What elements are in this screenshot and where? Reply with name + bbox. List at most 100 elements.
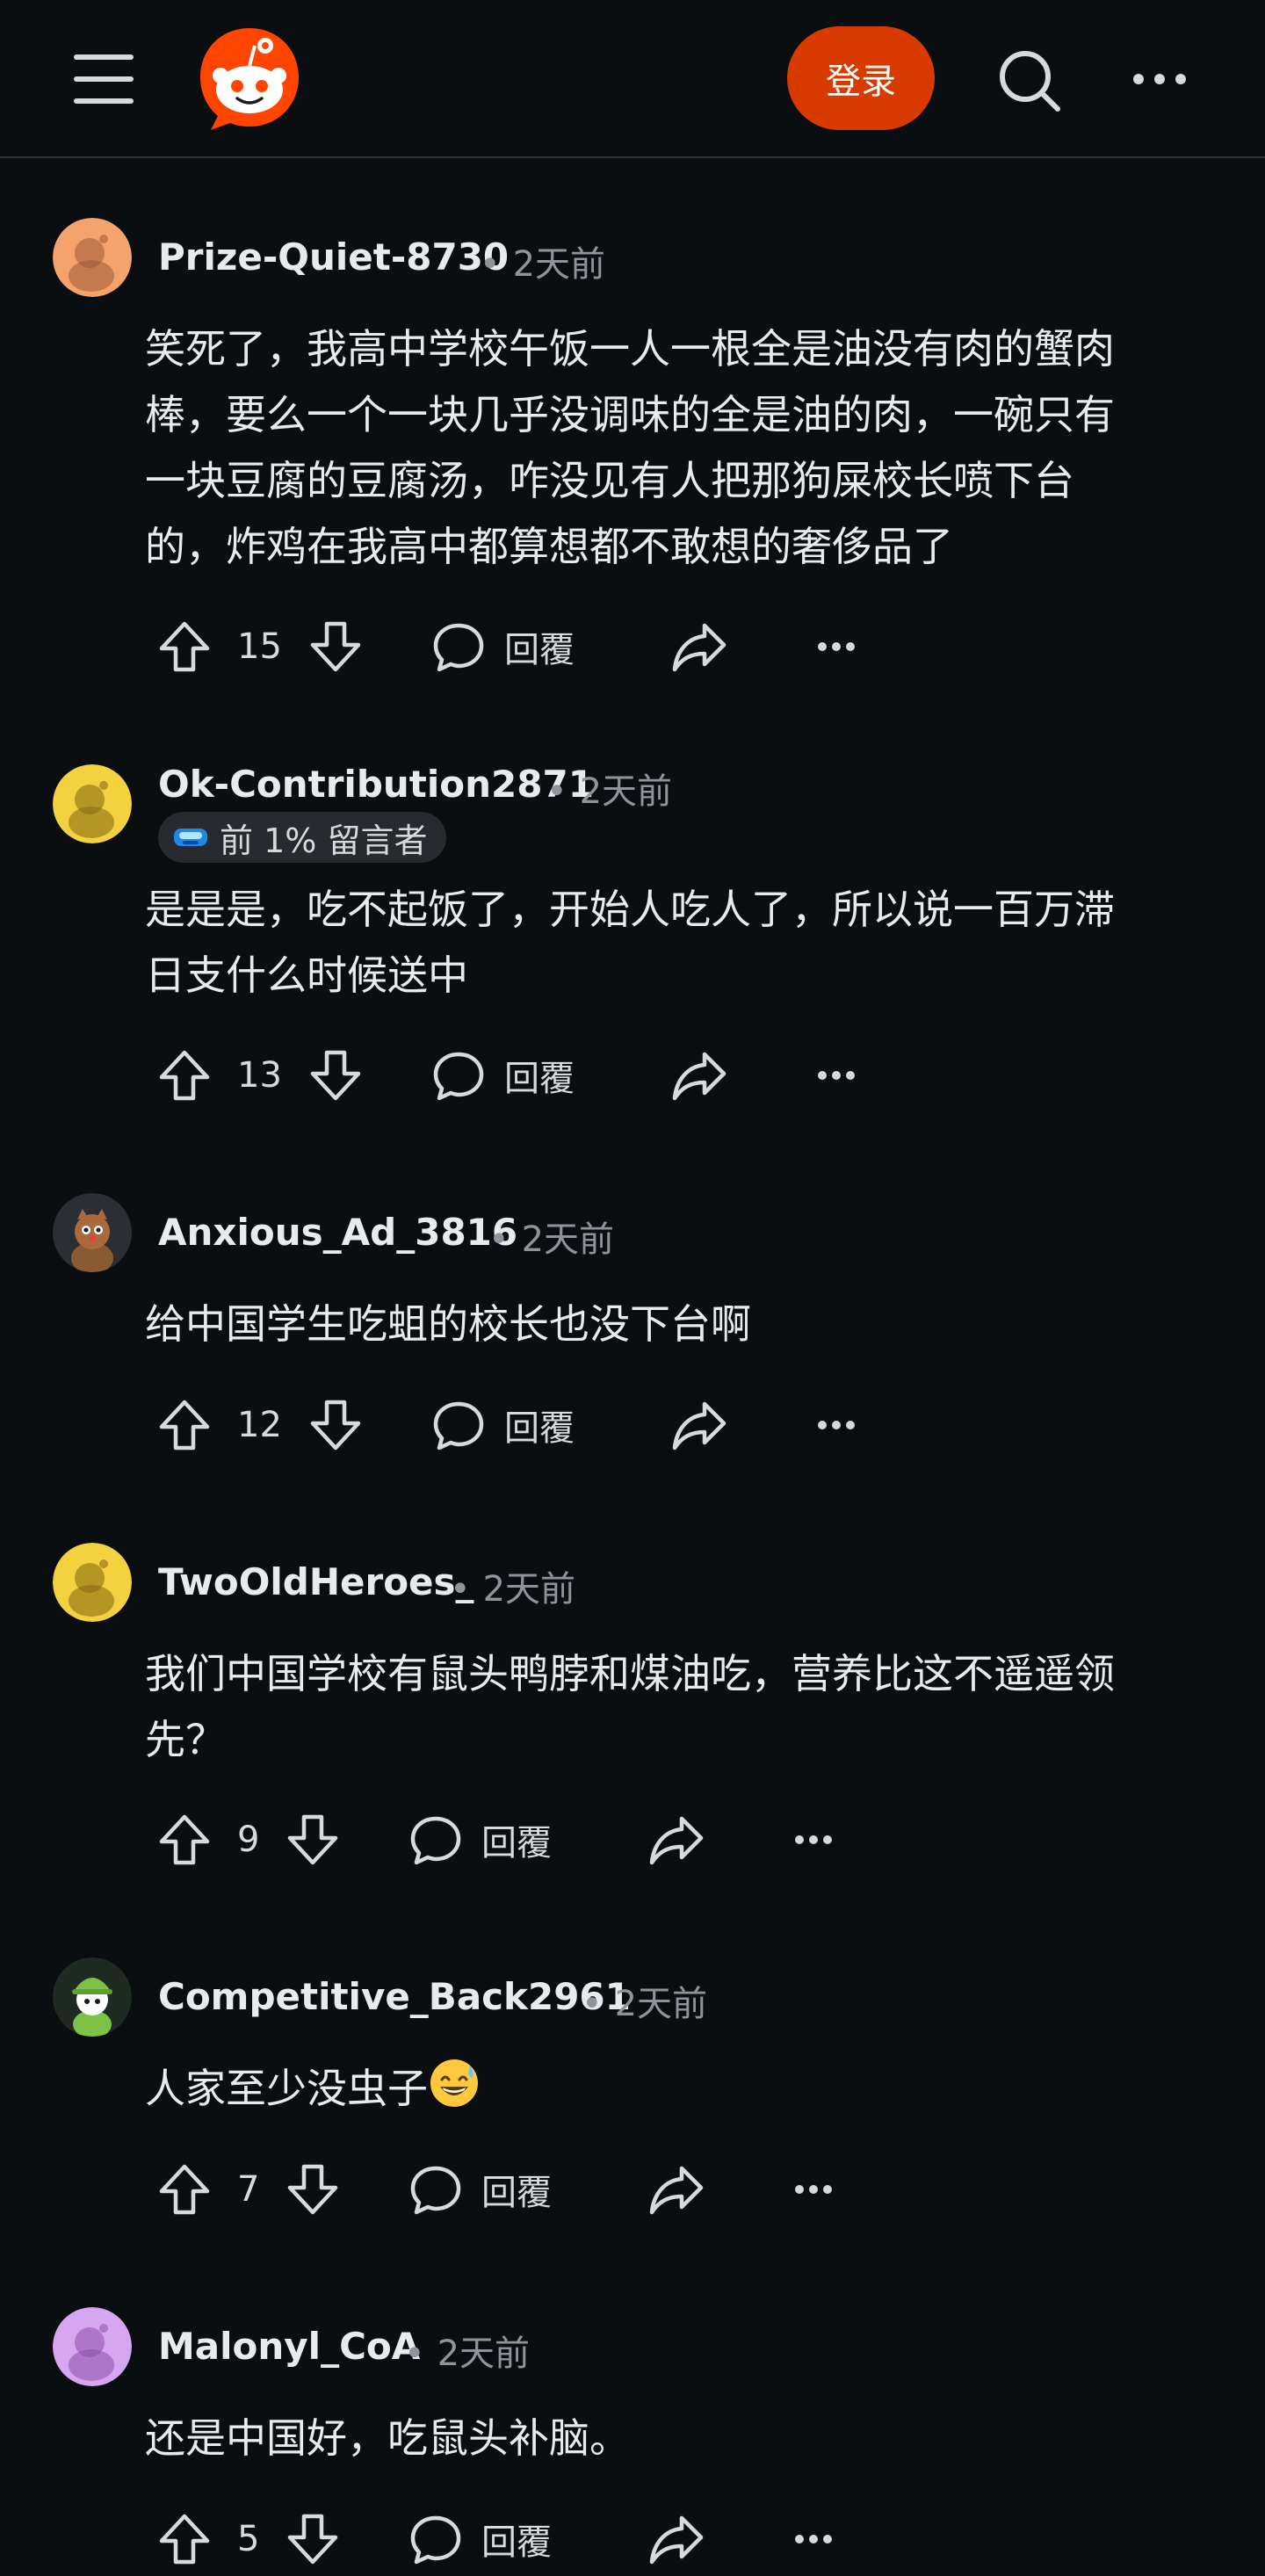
upvote-icon bbox=[159, 1400, 210, 1451]
comment-body: 人家至少没虫子 bbox=[145, 2056, 1217, 2122]
comment-timestamp: • 2天前 bbox=[546, 771, 673, 812]
comment-timestamp: • 2天前 bbox=[488, 1219, 615, 1260]
downvote-button[interactable] bbox=[307, 1390, 364, 1460]
more-options-button[interactable] bbox=[794, 2154, 833, 2225]
more-options-button[interactable] bbox=[794, 2504, 833, 2574]
downvote-button[interactable] bbox=[307, 611, 364, 682]
downvote-icon bbox=[287, 2164, 338, 2215]
comment-timestamp: • 2天前 bbox=[404, 2334, 531, 2374]
reply-button[interactable]: 回覆 bbox=[432, 1390, 575, 1460]
comment-timestamp: • 2天前 bbox=[450, 1569, 576, 1610]
vote-count: 5 bbox=[237, 2519, 260, 2559]
upvote-icon bbox=[159, 2514, 210, 2565]
grinning-sweat-emoji bbox=[430, 2059, 478, 2107]
upvote-icon bbox=[159, 621, 210, 672]
share-button[interactable] bbox=[648, 2154, 705, 2225]
vote-count: 7 bbox=[237, 2169, 260, 2210]
more-options-icon bbox=[818, 642, 855, 651]
share-icon bbox=[672, 1401, 726, 1451]
reply-button[interactable]: 回覆 bbox=[432, 1040, 575, 1111]
more-icon[interactable] bbox=[1131, 63, 1188, 95]
comment-body: 给中国学生吃蛆的校长也没下台啊 bbox=[145, 1300, 751, 1348]
downvote-button[interactable] bbox=[285, 2154, 341, 2225]
reply-button[interactable]: 回覆 bbox=[409, 2504, 552, 2574]
user-flair: 前 1% 留言者 bbox=[158, 812, 447, 863]
award-icon bbox=[174, 829, 207, 846]
downvote-icon bbox=[310, 1400, 361, 1451]
more-options-button[interactable] bbox=[817, 1390, 856, 1460]
comment-body: 我们中国学校有鼠头鸭脖和煤油吃，营养比这不遥遥领 先？ bbox=[145, 1650, 1115, 1763]
share-button[interactable] bbox=[671, 1040, 727, 1111]
vote-count: 13 bbox=[237, 1055, 282, 1096]
more-options-icon bbox=[818, 1071, 855, 1080]
more-options-icon bbox=[795, 2185, 832, 2194]
share-button[interactable] bbox=[671, 611, 727, 682]
downvote-button[interactable] bbox=[285, 2504, 341, 2574]
comment-author[interactable]: Competitive_Back2961 bbox=[158, 1975, 631, 2018]
more-options-button[interactable] bbox=[794, 1805, 833, 1875]
comment-author[interactable]: TwoOldHeroes_ bbox=[158, 1560, 474, 1603]
top-bar: 登录 bbox=[0, 0, 1265, 158]
reply-button[interactable]: 回覆 bbox=[432, 611, 575, 682]
comment-timestamp: • 2天前 bbox=[582, 1984, 708, 2024]
reply-icon bbox=[433, 623, 484, 672]
search-icon[interactable] bbox=[994, 46, 1065, 116]
share-icon bbox=[672, 623, 726, 672]
reply-label: 回覆 bbox=[481, 1823, 552, 1863]
share-icon bbox=[649, 2166, 704, 2215]
downvote-button[interactable] bbox=[285, 1805, 341, 1875]
menu-icon[interactable] bbox=[74, 54, 137, 104]
share-button[interactable] bbox=[671, 1390, 727, 1460]
reply-icon bbox=[433, 1052, 484, 1101]
avatar[interactable] bbox=[53, 1543, 132, 1622]
reply-button[interactable]: 回覆 bbox=[409, 1805, 552, 1875]
share-button[interactable] bbox=[648, 1805, 705, 1875]
upvote-icon bbox=[159, 1814, 210, 1865]
upvote-button[interactable] bbox=[156, 2154, 213, 2225]
avatar[interactable] bbox=[53, 1957, 132, 2037]
comment-actions: 15 回覆 bbox=[0, 611, 1265, 682]
avatar[interactable] bbox=[53, 2307, 132, 2386]
upvote-button[interactable] bbox=[156, 1390, 213, 1460]
avatar[interactable] bbox=[53, 1193, 132, 1272]
more-options-button[interactable] bbox=[817, 611, 856, 682]
reply-icon bbox=[410, 2166, 461, 2215]
upvote-button[interactable] bbox=[156, 1805, 213, 1875]
more-options-button[interactable] bbox=[817, 1040, 856, 1111]
reply-icon bbox=[410, 2515, 461, 2565]
reply-label: 回覆 bbox=[504, 1408, 575, 1449]
comment-body: 还是中国好，吃鼠头补脑。 bbox=[145, 2414, 630, 2462]
comment-actions: 13 回覆 bbox=[0, 1040, 1265, 1111]
reply-icon bbox=[433, 1401, 484, 1451]
share-icon bbox=[649, 1816, 704, 1865]
comment-actions: 7 回覆 bbox=[0, 2154, 1265, 2225]
upvote-button[interactable] bbox=[156, 611, 213, 682]
more-options-icon bbox=[818, 1421, 855, 1429]
avatar[interactable] bbox=[53, 218, 132, 297]
reply-button[interactable]: 回覆 bbox=[409, 2154, 552, 2225]
upvote-button[interactable] bbox=[156, 2504, 213, 2574]
comment-author[interactable]: Anxious_Ad_3816 bbox=[158, 1211, 517, 1254]
vote-count: 12 bbox=[237, 1405, 282, 1445]
reply-label: 回覆 bbox=[504, 1059, 575, 1099]
reply-label: 回覆 bbox=[481, 2522, 552, 2563]
comment-timestamp: • 2天前 bbox=[480, 244, 606, 285]
share-button[interactable] bbox=[648, 2504, 705, 2574]
comment-actions: 9 回覆 bbox=[0, 1805, 1265, 1875]
login-button[interactable]: 登录 bbox=[787, 26, 935, 130]
downvote-button[interactable] bbox=[307, 1040, 364, 1111]
reply-icon bbox=[410, 1816, 461, 1865]
comment-author[interactable]: Ok-Contribution2871 bbox=[158, 763, 594, 806]
comment-author[interactable]: Malonyl_CoA bbox=[158, 2325, 420, 2368]
downvote-icon bbox=[287, 1814, 338, 1865]
comment-author[interactable]: Prize-Quiet-8730 bbox=[158, 235, 509, 279]
comment-actions: 5 回覆 bbox=[0, 2504, 1265, 2574]
downvote-icon bbox=[310, 1050, 361, 1101]
reddit-logo[interactable] bbox=[195, 25, 304, 134]
reply-label: 回覆 bbox=[481, 2173, 552, 2213]
downvote-icon bbox=[310, 621, 361, 672]
share-icon bbox=[672, 1052, 726, 1101]
upvote-button[interactable] bbox=[156, 1040, 213, 1111]
upvote-icon bbox=[159, 1050, 210, 1101]
avatar[interactable] bbox=[53, 764, 132, 843]
